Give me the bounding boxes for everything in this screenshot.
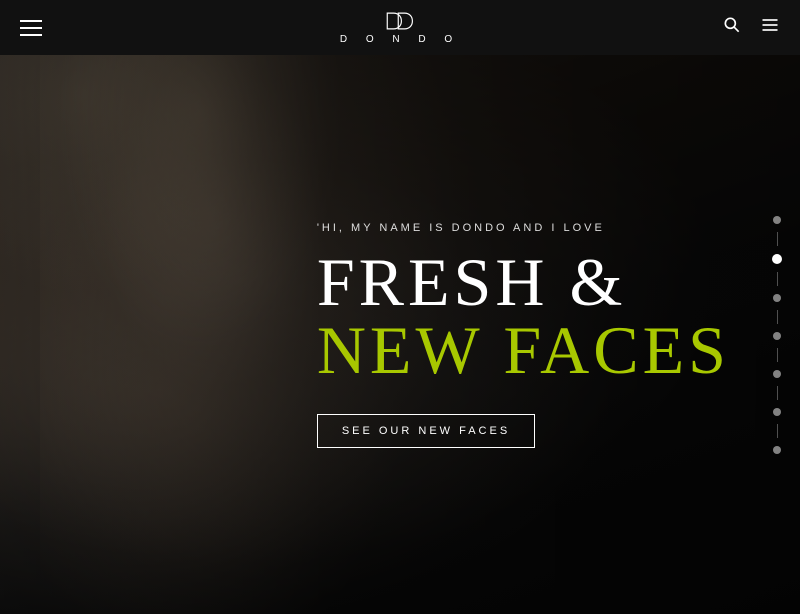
slide-dot-6[interactable]: [773, 408, 781, 416]
logo-text: D O N D O: [340, 34, 460, 45]
hero-subtitle: 'HI, MY NAME IS DONDO AND I LOVE: [317, 222, 730, 234]
logo-monogram-icon: [384, 10, 416, 32]
dot-separator-2: [777, 272, 778, 286]
slide-dot-7[interactable]: [773, 446, 781, 454]
hero-cta: SEE OUR NEW FACES: [317, 414, 730, 448]
logo[interactable]: D O N D O: [340, 10, 460, 45]
site-header: D O N D O: [0, 0, 800, 55]
dot-separator-3: [777, 310, 778, 324]
hero-section: 'HI, MY NAME IS DONDO AND I LOVE FRESH &…: [0, 55, 800, 614]
menu-icon[interactable]: [760, 15, 780, 40]
hero-title-line1: FRESH &: [317, 248, 730, 316]
slide-dot-1[interactable]: [773, 216, 781, 224]
slide-dot-3[interactable]: [773, 294, 781, 302]
search-icon[interactable]: [722, 15, 742, 40]
slide-dot-5[interactable]: [773, 370, 781, 378]
hero-title-line2: NEW FACES: [317, 316, 730, 384]
header-right: [722, 15, 780, 40]
slide-dot-2[interactable]: [772, 254, 782, 264]
slide-dots-navigation: [772, 216, 782, 454]
header-left: [20, 20, 42, 36]
dot-separator-1: [777, 232, 778, 246]
hero-content: 'HI, MY NAME IS DONDO AND I LOVE FRESH &…: [317, 222, 730, 448]
dot-separator-5: [777, 386, 778, 400]
dot-separator-6: [777, 424, 778, 438]
dot-separator-4: [777, 348, 778, 362]
hamburger-menu-icon[interactable]: [20, 20, 42, 36]
see-new-faces-button[interactable]: SEE OUR NEW FACES: [317, 414, 535, 448]
slide-dot-4[interactable]: [773, 332, 781, 340]
